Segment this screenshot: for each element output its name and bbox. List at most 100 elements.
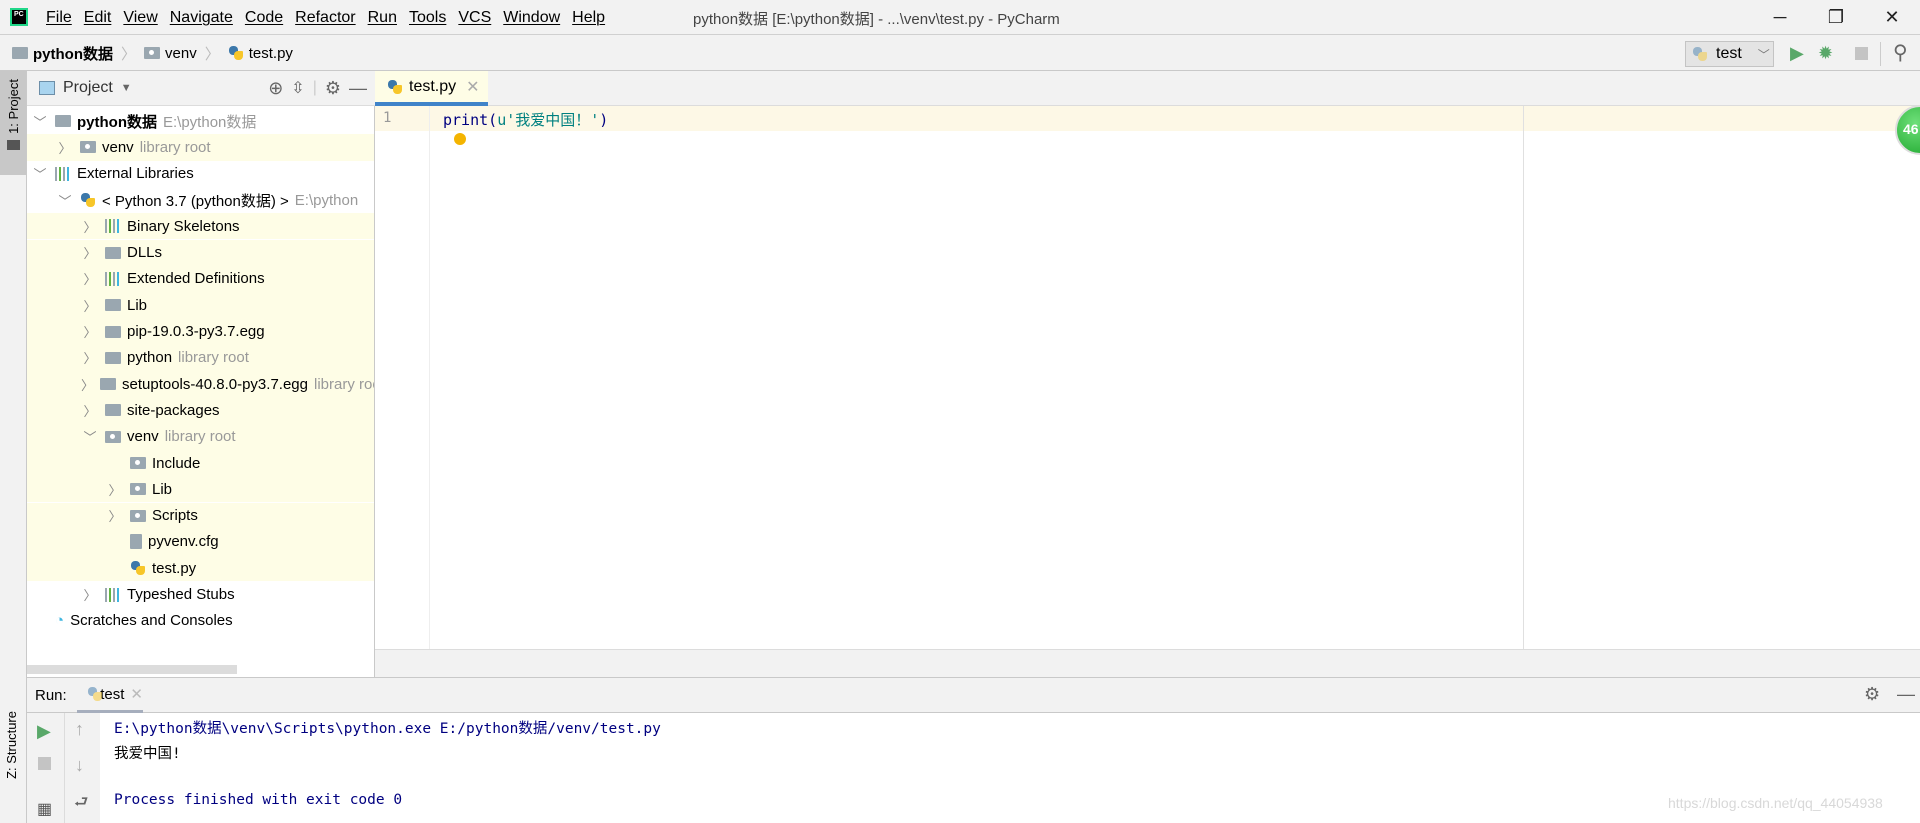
soft-wrap-icon[interactable]: ⮐ [74, 791, 88, 818]
down-arrow-icon[interactable]: ↓ [75, 755, 84, 776]
debug-bug-icon[interactable]: ✹ [1818, 43, 1833, 64]
hide-icon[interactable]: — [349, 78, 367, 99]
chevron-right-icon[interactable]: 〉 [81, 322, 99, 341]
tree-item[interactable]: Include [27, 449, 374, 477]
tree-item[interactable]: 〉 setuptools-40.8.0-py3.7.egg library root [27, 371, 374, 398]
chevron-right-icon[interactable]: 〉 [106, 506, 124, 525]
chevron-right-icon[interactable]: 〉 [81, 243, 99, 262]
search-icon[interactable]: ⚲ [1893, 40, 1908, 65]
tree-item[interactable]: test.py [27, 555, 374, 582]
menu-refactor[interactable]: Refactor [289, 9, 361, 27]
code-line[interactable]: print(u'我爱中国！') [443, 109, 608, 130]
hide-icon[interactable]: — [1897, 684, 1915, 705]
gutter: 1 [375, 106, 430, 649]
tree-item[interactable]: 〉 python library root [27, 344, 374, 371]
close-tab-icon[interactable]: ✕ [130, 685, 143, 703]
tree-item-label: Typeshed Stubs [127, 586, 235, 604]
tree-item-label: venv [127, 428, 159, 446]
tree-item[interactable]: 〉 Binary Skeletons [27, 213, 374, 240]
python-file-icon [387, 79, 403, 95]
collapse-all-icon[interactable]: ⇳ [291, 78, 304, 98]
tree-item[interactable]: ﹀ venv library root [27, 423, 374, 450]
chevron-right-icon[interactable]: 〉 [81, 269, 99, 288]
chevron-down-icon[interactable]: ﹀ [81, 427, 99, 446]
watermark: https://blog.csdn.net/qq_44054938 [1668, 795, 1883, 811]
tree-item[interactable]: 〉 Lib [27, 476, 374, 503]
tree-item[interactable]: pyvenv.cfg [27, 528, 374, 556]
gear-icon[interactable]: ⚙ [1864, 684, 1880, 705]
menu-code[interactable]: Code [239, 9, 289, 27]
menu-vcs[interactable]: VCS [452, 9, 497, 27]
menu-edit[interactable]: Edit [78, 9, 118, 27]
console-output[interactable]: E:\python数据\venv\Scripts\python.exe E:/p… [100, 713, 1920, 823]
window-title: python数据 [E:\python数据] - ...\venv\test.p… [693, 11, 1060, 28]
tree-item[interactable]: ﹀ < Python 3.7 (python数据) > E:\python [27, 187, 374, 213]
tree-item[interactable]: 〉 Scripts [27, 502, 374, 529]
breadcrumb-file[interactable]: test.py [228, 45, 293, 62]
run-panel-header: Run: test ✕ ⚙ — [27, 677, 1920, 713]
tree-item[interactable]: 〉 DLLs [27, 239, 374, 266]
stop-button[interactable] [1855, 47, 1868, 60]
chevron-right-icon[interactable]: 〉 [81, 585, 99, 604]
editor: test.py ✕ 1 print(u'我爱中国！') [375, 71, 1920, 649]
menu-window[interactable]: Window [497, 9, 566, 27]
tab-test-py[interactable]: test.py ✕ [375, 71, 488, 106]
locate-icon[interactable]: ⊕ [268, 78, 283, 99]
chevron-down-icon[interactable]: ▼ [121, 82, 132, 94]
stop-button[interactable] [38, 757, 51, 770]
editor-bottom-area [375, 649, 1920, 677]
menu-help[interactable]: Help [566, 9, 611, 27]
restore-button[interactable]: ❐ [1808, 0, 1864, 35]
rerun-button[interactable]: ▶ [37, 721, 51, 742]
chevron-right-icon[interactable]: 〉 [81, 217, 99, 236]
gear-icon[interactable]: ⚙ [325, 78, 341, 99]
chevron-right-icon[interactable]: 〉 [56, 138, 74, 157]
lightbulb-icon[interactable] [454, 133, 466, 145]
tree-item-label: Lib [152, 480, 173, 498]
menu-tools[interactable]: Tools [403, 9, 452, 27]
chevron-down-icon[interactable]: ﹀ [31, 164, 49, 183]
menu-run[interactable]: Run [362, 9, 403, 27]
tree-item[interactable]: 〉 venv library root [27, 134, 374, 161]
python-file-icon [228, 45, 244, 61]
folder-icon [144, 47, 161, 59]
tree-item[interactable]: 〉 Lib [27, 292, 374, 319]
close-tab-icon[interactable]: ✕ [466, 77, 479, 97]
tree-item[interactable]: ◔ Scratches and Consoles [27, 608, 374, 634]
tree-item[interactable]: ﹀ python数据 E:\python数据 [27, 108, 374, 134]
folder-icon [100, 378, 117, 391]
chevron-right-icon[interactable]: 〉 [81, 375, 94, 394]
run-button[interactable]: ▶ [1790, 43, 1804, 64]
tree-item[interactable]: 〉 site-packages [27, 397, 374, 424]
chevron-right-icon[interactable]: 〉 [81, 401, 99, 420]
folder-icon [6, 139, 20, 150]
breadcrumb-venv[interactable]: venv [144, 45, 197, 62]
tree-item[interactable]: 〉 Extended Definitions [27, 265, 374, 293]
tree-item[interactable]: 〉 pip-19.0.3-py3.7.egg [27, 318, 374, 345]
chevron-right-icon[interactable]: 〉 [81, 348, 99, 367]
chevron-down-icon: ﹀ [1757, 47, 1770, 62]
project-tool-tab[interactable]: 1: Project [0, 71, 26, 175]
chevron-down-icon[interactable]: ﹀ [56, 191, 74, 210]
menu-view[interactable]: View [117, 9, 163, 27]
tree-item[interactable]: 〉 Typeshed Stubs [27, 581, 374, 607]
library-folder-icon [130, 483, 146, 496]
navigation-bar: python数据〉 venv 〉 test.py [0, 36, 1920, 71]
folder-icon [105, 351, 121, 364]
chevron-down-icon[interactable]: ﹀ [31, 112, 49, 131]
menu-file[interactable]: File [40, 9, 78, 27]
breadcrumb-project[interactable]: python数据 [12, 43, 113, 64]
run-config-select[interactable]: test ﹀ [1685, 41, 1774, 67]
horizontal-scrollbar[interactable] [27, 665, 237, 674]
close-window-button[interactable]: ✕ [1864, 0, 1920, 35]
menu-navigate[interactable]: Navigate [164, 9, 239, 27]
up-arrow-icon[interactable]: ↑ [75, 719, 84, 740]
tree-item[interactable]: ﹀ External Libraries [27, 161, 374, 187]
run-tab-test[interactable]: test ✕ [77, 678, 143, 713]
layout-icon[interactable]: ▦ [37, 799, 52, 819]
chevron-right-icon[interactable]: 〉 [106, 480, 124, 499]
tree-item-label: site-packages [127, 401, 220, 419]
chevron-right-icon[interactable]: 〉 [81, 296, 99, 315]
project-view-select[interactable]: Project [63, 79, 113, 97]
minimize-button[interactable]: ─ [1752, 0, 1808, 35]
